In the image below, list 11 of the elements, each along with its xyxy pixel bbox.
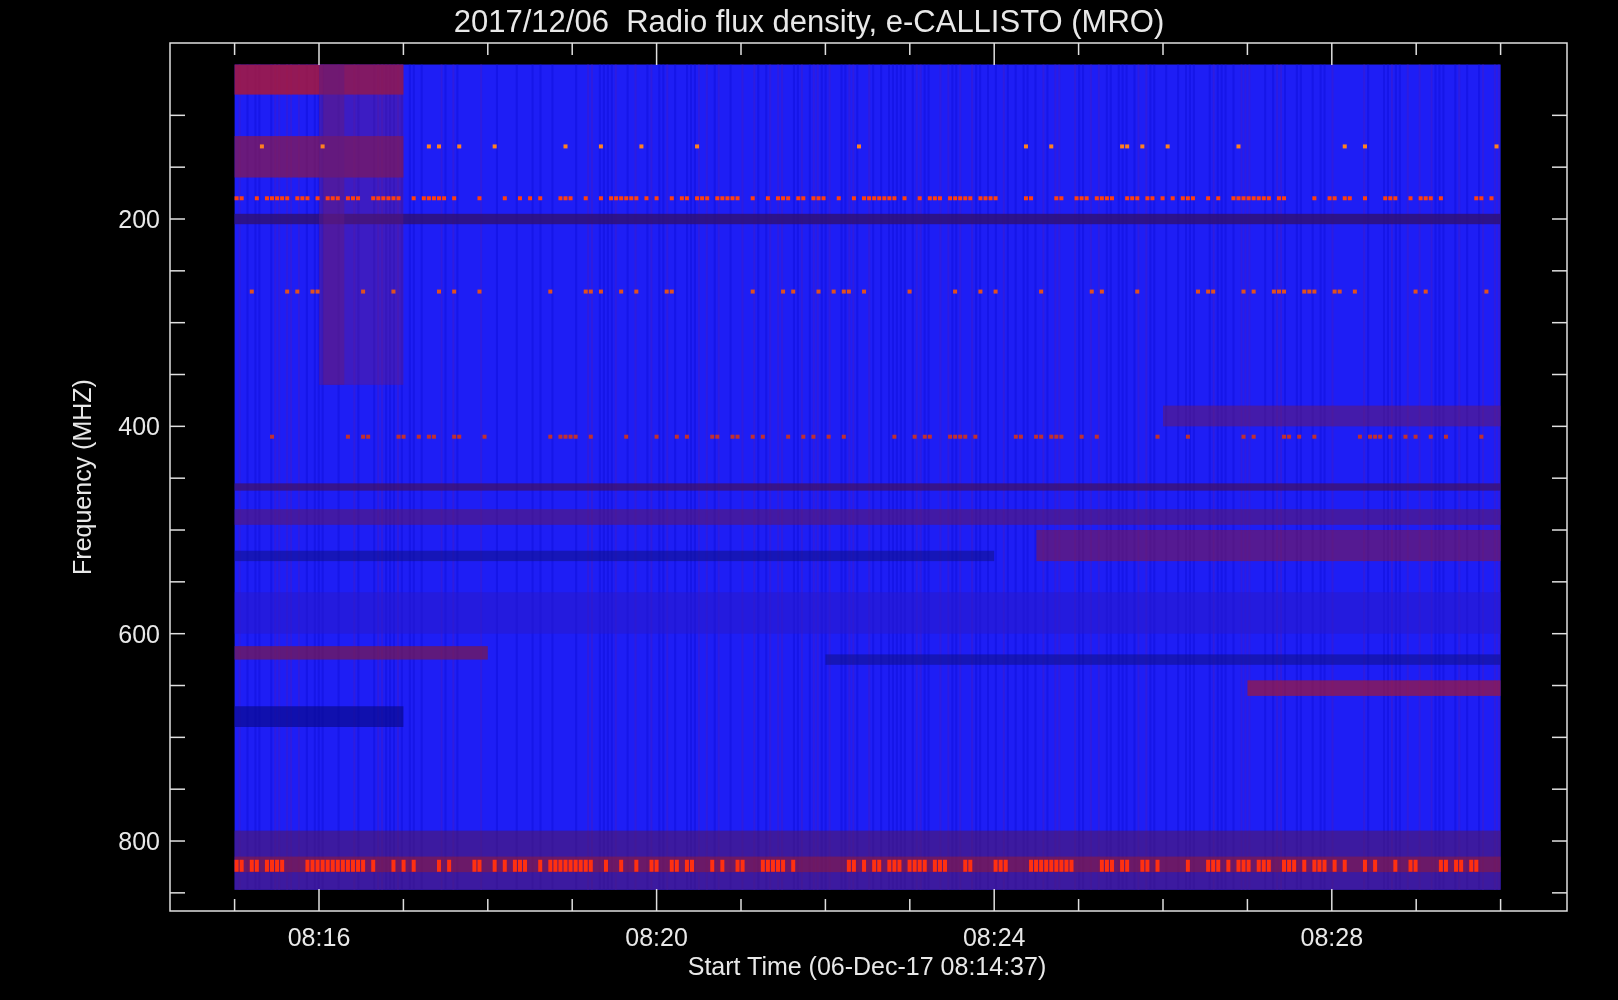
x-axis-label: Start Time (06-Dec-17 08:14:37) [687, 952, 1047, 980]
y-tick-label: 600 [118, 619, 160, 648]
x-tick-label: 08:24 [962, 923, 1026, 951]
y-tick-label: 400 [118, 412, 160, 441]
y-axis-label: Frequency (MHZ) [68, 379, 96, 575]
x-tick-label: 08:16 [287, 923, 351, 951]
y-tick-label: 200 [118, 205, 160, 233]
y-tick-label: 800 [118, 827, 160, 855]
x-tick-label: 08:20 [625, 923, 688, 951]
chart-title: 2017/12/06 Radio flux density, e-CALLISTO (MRO) [453, 4, 1165, 39]
x-tick-label: 08:28 [1300, 923, 1364, 951]
